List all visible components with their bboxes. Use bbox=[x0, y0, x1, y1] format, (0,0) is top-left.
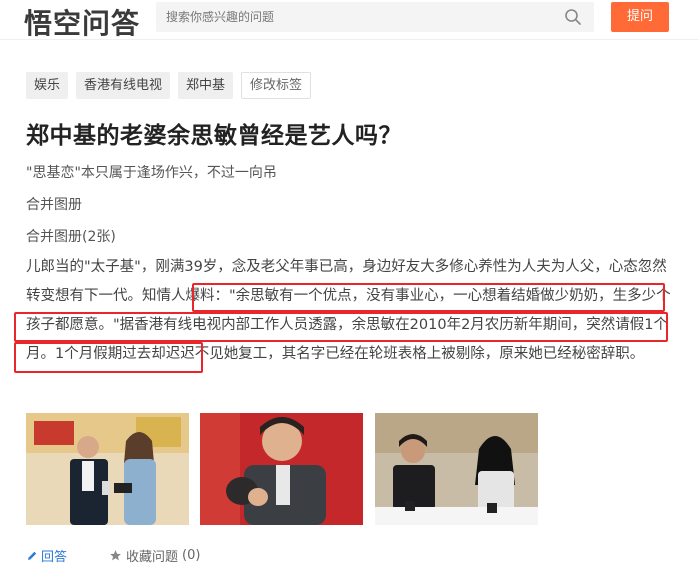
search-icon[interactable] bbox=[564, 8, 582, 26]
photo-man-glasses[interactable] bbox=[200, 413, 363, 525]
logo[interactable]: 悟空问答 bbox=[24, 2, 140, 42]
merge-album-link[interactable]: 合并图册 bbox=[26, 194, 82, 214]
search-box[interactable] bbox=[156, 2, 594, 32]
answer-button[interactable]: 回答 bbox=[26, 546, 67, 565]
answer-button-label: 回答 bbox=[41, 550, 68, 565]
merge-album-count[interactable]: 合并图册(2张) bbox=[26, 226, 116, 246]
photo-couple-event-image bbox=[26, 413, 189, 525]
tag-list: 娱乐 香港有线电视 郑中基 修改标签 bbox=[26, 72, 312, 100]
highlight-box-2 bbox=[14, 312, 668, 342]
answer-actions: 回答 收藏问题 (0) bbox=[26, 546, 200, 565]
tag-ronald-cheng[interactable]: 郑中基 bbox=[178, 72, 234, 99]
photo-couple-event[interactable] bbox=[26, 413, 189, 525]
top-bar: 悟空问答 提问 bbox=[0, 0, 699, 40]
pencil-icon bbox=[28, 551, 37, 560]
collect-count: (0) bbox=[182, 548, 201, 563]
ask-question-button[interactable]: 提问 bbox=[611, 2, 669, 32]
photo-press-conference-image bbox=[375, 413, 538, 525]
star-icon bbox=[110, 550, 121, 561]
collect-question-label: 收藏问题 bbox=[126, 550, 179, 565]
edit-tags-button[interactable]: 修改标签 bbox=[241, 72, 312, 99]
question-title: 郑中基的老婆余思敏曾经是艺人吗？ bbox=[26, 123, 402, 149]
tag-hk-cable-tv[interactable]: 香港有线电视 bbox=[76, 72, 171, 99]
photo-press-conference[interactable] bbox=[375, 413, 538, 525]
highlight-box-3 bbox=[14, 342, 203, 373]
photo-man-glasses-image bbox=[200, 413, 363, 525]
tag-entertainment[interactable]: 娱乐 bbox=[26, 72, 69, 99]
collect-question-button[interactable]: 收藏问题 (0) bbox=[109, 546, 200, 565]
answer-lead: "思基恋"本只属于逢场作兴，不过一向吊 bbox=[26, 165, 277, 181]
search-input[interactable] bbox=[156, 2, 536, 32]
highlight-box-1 bbox=[192, 283, 665, 312]
